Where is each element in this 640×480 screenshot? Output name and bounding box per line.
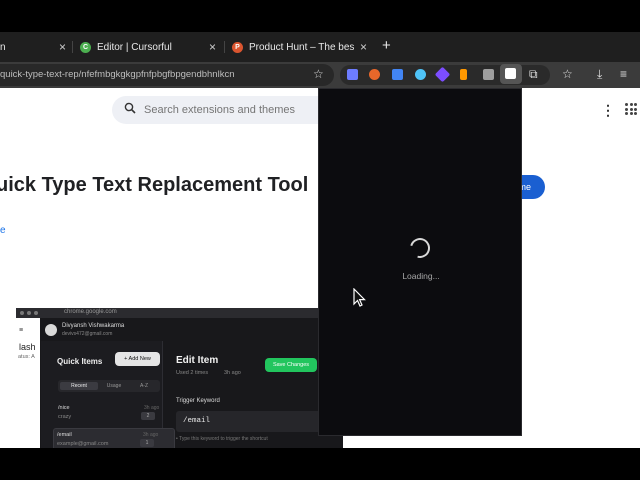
list-item: /email example@gmail.com 3h ago 1 — [53, 428, 175, 448]
cursorful-icon: C — [80, 41, 91, 53]
download-icon[interactable]: ⤓ — [597, 67, 602, 82]
bookmark-star-icon[interactable]: ☆ — [562, 67, 573, 81]
add-new-button: + Add New — [115, 352, 160, 366]
loading-spinner-icon — [406, 234, 434, 262]
filter-az: A-Z — [139, 383, 149, 389]
address-bar[interactable]: quick-type-text-rep/nfefmbgkgkgpfnfpbgfb… — [0, 64, 334, 86]
filter-usage: Usage — [106, 383, 122, 389]
quick-items-panel: Quick Items + Add New Recent Usage A-Z /… — [41, 341, 175, 448]
screenshot-background-page: ≡ lash atus: A — [16, 318, 40, 448]
extension-screenshot: chrome.google.com ≡ lash atus: A Divyans… — [16, 308, 343, 448]
quick-type-logo-icon — [505, 68, 516, 79]
tab-strip: n × C Editor | Cursorful × P Product Hun… — [0, 32, 640, 62]
tab-1[interactable]: n × — [0, 32, 72, 62]
screenshot-heading: lash — [19, 342, 36, 352]
page-link[interactable]: e — [0, 225, 6, 236]
filter-recent: Recent — [60, 382, 98, 390]
apps-grid-icon[interactable] — [625, 103, 637, 115]
item-keyword: /email — [57, 432, 72, 438]
screenshot-url: chrome.google.com — [64, 309, 117, 315]
used-count: Used 2 times — [176, 370, 209, 376]
tab-separator — [224, 41, 225, 53]
edited-time: 3h ago — [224, 370, 241, 376]
item-value: crazy — [58, 414, 72, 420]
mouse-cursor-icon — [353, 288, 366, 307]
search-input[interactable] — [144, 104, 334, 116]
quick-type-ext-icon[interactable] — [500, 64, 522, 84]
toolbar: quick-type-text-rep/nfefmbgkgkgpfnfpbgfb… — [0, 62, 640, 88]
url-text: quick-type-text-rep/nfefmbgkgkgpfnfpbgfb… — [0, 69, 235, 80]
bookmark-star-icon[interactable]: ☆ — [313, 67, 324, 81]
loading-text: Loading... — [402, 271, 440, 281]
translate-ext-icon[interactable] — [392, 69, 403, 80]
menu-icon: ≡ — [19, 327, 24, 334]
item-count: 2 — [141, 412, 155, 420]
edit-item-title: Edit Item — [176, 355, 219, 366]
item-keyword: /nice — [58, 405, 70, 411]
filter-tabs: Recent Usage A-Z — [58, 380, 160, 392]
screenshot-browser-bar: chrome.google.com — [16, 308, 343, 318]
avatar — [45, 324, 57, 336]
tab-title: n — [0, 41, 6, 53]
trigger-hint: • Type this keyword to trigger the short… — [176, 436, 268, 442]
more-menu-icon[interactable]: ⋮ — [601, 102, 615, 119]
puzzle-icon[interactable]: ⧉ — [529, 67, 538, 82]
close-icon[interactable]: × — [59, 40, 66, 54]
list-item: /nice crazy 3h ago 2 — [55, 402, 177, 426]
tab-3[interactable]: P Product Hunt – The best new × — [232, 32, 372, 62]
item-time: 3h ago — [144, 405, 160, 411]
save-changes-button: Save Changes — [265, 358, 317, 372]
bookmark-ext-icon[interactable] — [347, 69, 358, 80]
tab-2[interactable]: C Editor | Cursorful × — [80, 32, 224, 62]
screenshot-status: atus: A — [18, 354, 35, 360]
tomato-ext-icon[interactable] — [369, 69, 380, 80]
tab-separator — [72, 41, 73, 53]
reading-list-icon[interactable]: ≡ — [620, 67, 627, 81]
globe-ext-icon[interactable] — [415, 69, 426, 80]
page-title: uick Type Text Replacement Tool — [0, 174, 309, 196]
user-email: devivs472@gmail.com — [62, 331, 113, 337]
lock-ext-icon[interactable] — [460, 69, 467, 80]
extension-popup: Loading... — [318, 88, 522, 436]
search-bar[interactable] — [112, 96, 342, 124]
tab-title: Editor | Cursorful — [97, 41, 172, 53]
new-tab-button[interactable]: + — [382, 37, 391, 54]
item-count: 1 — [140, 439, 154, 447]
grid-ext-icon[interactable] — [483, 69, 494, 80]
close-icon[interactable]: × — [209, 40, 216, 54]
tab-title: Product Hunt – The best new — [249, 41, 354, 53]
gem-ext-icon[interactable] — [434, 66, 451, 83]
product-hunt-icon: P — [232, 41, 243, 53]
quick-items-title: Quick Items — [57, 357, 103, 366]
close-icon[interactable]: × — [360, 40, 367, 54]
search-icon — [124, 102, 136, 114]
trigger-keyword-label: Trigger Keyword — [176, 398, 220, 404]
item-value: example@gmail.com — [57, 441, 109, 447]
item-time: 3h ago — [143, 432, 159, 438]
user-name: Divyansh Vishwakarma — [62, 323, 125, 329]
